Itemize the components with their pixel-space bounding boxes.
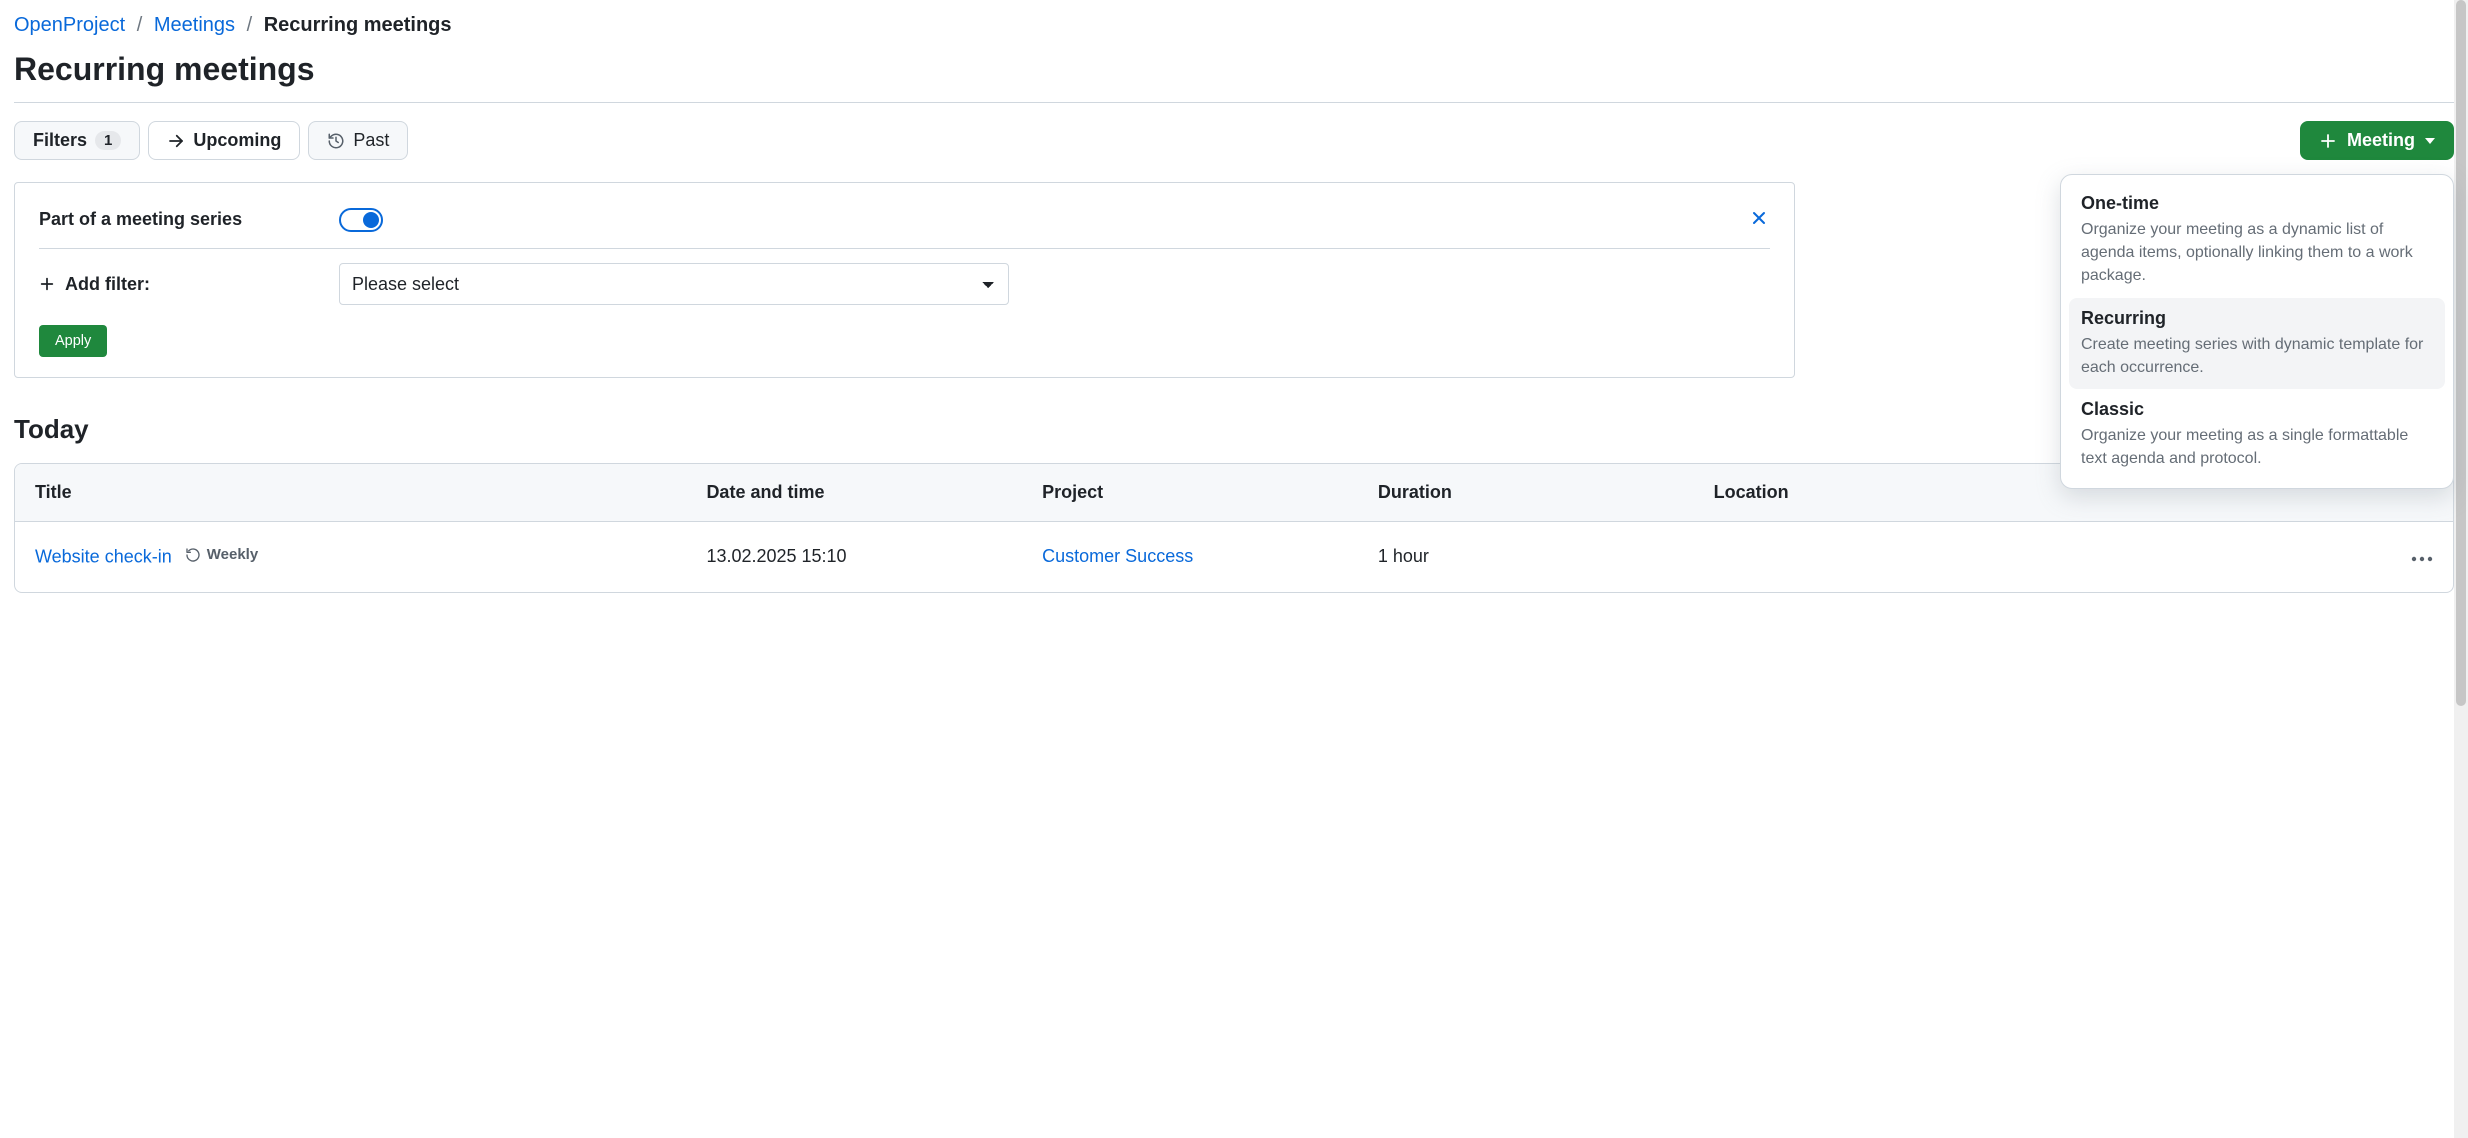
- filters-toggle-button[interactable]: Filters 1: [14, 121, 140, 160]
- toggle-knob: [363, 212, 379, 228]
- breadcrumb-current: Recurring meetings: [264, 14, 452, 36]
- dropdown-item-desc: Organize your meeting as a single format…: [2081, 424, 2433, 470]
- col-header-duration: Duration: [1378, 482, 1714, 503]
- past-label: Past: [353, 130, 389, 151]
- toolbar: Filters 1 Upcoming Past Meeting: [14, 121, 2454, 160]
- frequency-badge: Weekly: [185, 546, 258, 563]
- breadcrumb-separator: /: [137, 14, 143, 36]
- history-icon: [327, 132, 345, 150]
- project-link[interactable]: Customer Success: [1042, 546, 1193, 566]
- cell-duration: 1 hour: [1378, 546, 1714, 567]
- breadcrumb: OpenProject / Meetings / Recurring meeti…: [14, 14, 2454, 37]
- page-title: Recurring meetings: [14, 51, 2454, 88]
- add-filter-select[interactable]: Please select: [339, 263, 1009, 305]
- new-meeting-label: Meeting: [2347, 130, 2415, 151]
- table-row: Website check-in Weekly 13.02.2025 15:10…: [15, 522, 2453, 592]
- dropdown-item-recurring[interactable]: Recurring Create meeting series with dyn…: [2069, 298, 2445, 389]
- breadcrumb-separator: /: [247, 14, 253, 36]
- plus-icon: [2319, 132, 2337, 150]
- plus-icon: [39, 276, 55, 292]
- filters-count-badge: 1: [95, 131, 121, 150]
- breadcrumb-root[interactable]: OpenProject: [14, 14, 125, 36]
- scrollbar-thumb[interactable]: [2456, 0, 2466, 706]
- remove-filter-button[interactable]: [1748, 205, 1770, 234]
- dropdown-item-title: Recurring: [2081, 308, 2433, 329]
- recurring-icon: [185, 547, 201, 563]
- kebab-icon: [2411, 556, 2433, 562]
- filters-label: Filters: [33, 130, 87, 151]
- filter-series-label: Part of a meeting series: [39, 209, 339, 230]
- col-header-project: Project: [1042, 482, 1378, 503]
- add-filter-text: Add filter:: [65, 274, 150, 295]
- add-filter-label: Add filter:: [39, 274, 339, 295]
- dropdown-item-title: One-time: [2081, 193, 2433, 214]
- close-icon: [1752, 211, 1766, 225]
- series-toggle[interactable]: [339, 208, 383, 232]
- filters-panel: Part of a meeting series Add filter: Ple…: [14, 182, 1795, 378]
- scrollbar[interactable]: [2454, 0, 2468, 1138]
- upcoming-label: Upcoming: [193, 130, 281, 151]
- cell-date: 13.02.2025 15:10: [706, 546, 1042, 567]
- caret-down-icon: [2425, 136, 2435, 146]
- col-header-title: Title: [35, 482, 706, 503]
- divider: [14, 102, 2454, 103]
- frequency-text: Weekly: [207, 546, 258, 563]
- filter-row-add: Add filter: Please select: [39, 249, 1770, 319]
- meeting-title-link[interactable]: Website check-in: [35, 547, 172, 567]
- dropdown-item-one-time[interactable]: One-time Organize your meeting as a dyna…: [2069, 183, 2445, 298]
- arrow-right-icon: [167, 132, 185, 150]
- past-tab[interactable]: Past: [308, 121, 408, 160]
- dropdown-item-classic[interactable]: Classic Organize your meeting as a singl…: [2069, 389, 2445, 480]
- apply-filters-button[interactable]: Apply: [39, 325, 107, 357]
- breadcrumb-module[interactable]: Meetings: [154, 14, 235, 36]
- row-actions-button[interactable]: [2411, 556, 2433, 562]
- filter-row-series: Part of a meeting series: [39, 201, 1770, 249]
- dropdown-item-title: Classic: [2081, 399, 2433, 420]
- col-header-date: Date and time: [706, 482, 1042, 503]
- upcoming-tab[interactable]: Upcoming: [148, 121, 300, 160]
- meeting-type-dropdown: One-time Organize your meeting as a dyna…: [2060, 174, 2454, 489]
- new-meeting-button[interactable]: Meeting: [2300, 121, 2454, 160]
- dropdown-item-desc: Organize your meeting as a dynamic list …: [2081, 218, 2433, 288]
- dropdown-item-desc: Create meeting series with dynamic templ…: [2081, 333, 2433, 379]
